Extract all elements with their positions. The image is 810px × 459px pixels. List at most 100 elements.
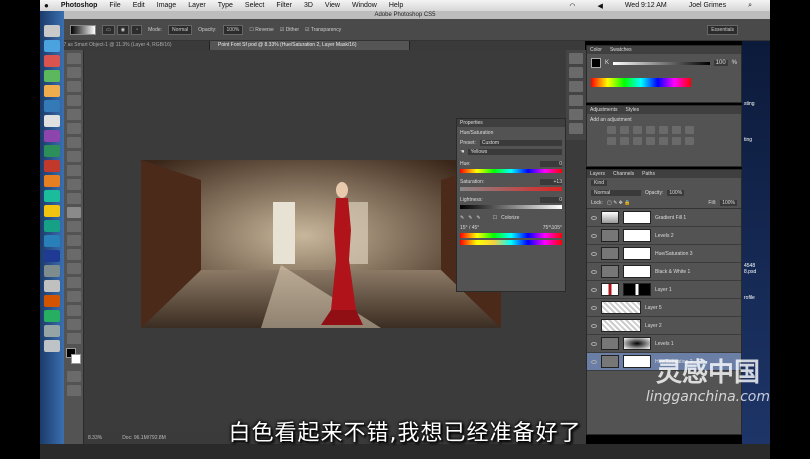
layer-row[interactable]: Levels 1	[587, 335, 741, 353]
layer-row[interactable]: Hue/Saturation 3	[587, 245, 741, 263]
layer-name[interactable]: Gradient Fill 1	[655, 215, 686, 221]
menu-filter[interactable]: Filter	[276, 2, 292, 9]
lightness-slider[interactable]	[460, 205, 562, 209]
color-balance-adjust-icon[interactable]	[685, 126, 694, 134]
app-icon[interactable]	[44, 310, 60, 322]
transparency-checkbox[interactable]: ☑ Transparency	[305, 27, 341, 33]
radial-gradient-icon[interactable]: ◉	[116, 24, 130, 35]
vibrance-adjust-icon[interactable]	[659, 126, 668, 134]
k-field[interactable]: 100	[713, 60, 728, 66]
hue-sat-adjust-icon[interactable]	[672, 126, 681, 134]
app-icon[interactable]	[44, 55, 60, 67]
channel-select[interactable]: Yellows	[468, 149, 562, 155]
apple-menu-icon[interactable]: ●	[44, 1, 49, 10]
visibility-eye-icon[interactable]	[591, 341, 597, 346]
dither-checkbox[interactable]: ☑ Dither	[280, 27, 299, 33]
tab-color[interactable]: Color	[590, 46, 602, 54]
app-icon[interactable]	[44, 265, 60, 277]
mode-select[interactable]: Normal	[168, 24, 193, 35]
colorize-checkbox[interactable]: ☐	[493, 215, 497, 221]
move-tool-icon[interactable]	[66, 53, 81, 64]
tab-swatches[interactable]: Swatches	[610, 46, 632, 54]
layer-row[interactable]: Black & White 1	[587, 263, 741, 281]
layer-opacity-field[interactable]: 100%	[667, 190, 685, 196]
layer-row[interactable]: Layer 5	[587, 299, 741, 317]
brush-tool-icon[interactable]	[66, 151, 81, 162]
app-icon[interactable]	[44, 190, 60, 202]
volume-icon[interactable]: ◀	[597, 2, 602, 10]
app-icon[interactable]	[44, 205, 60, 217]
kind-filter-select[interactable]: Kind	[591, 180, 608, 186]
menu-view[interactable]: View	[325, 2, 340, 9]
path-select-tool-icon[interactable]	[66, 277, 81, 288]
tab-channels[interactable]: Channels	[613, 170, 634, 178]
app-icon[interactable]	[44, 100, 60, 112]
menu-window[interactable]: Window	[352, 2, 377, 9]
tab-paths[interactable]: Paths	[642, 170, 655, 178]
curves-adjust-icon[interactable]	[633, 126, 642, 134]
visibility-eye-icon[interactable]	[591, 269, 597, 274]
saturation-slider[interactable]	[460, 187, 562, 191]
type-tool-icon[interactable]	[66, 263, 81, 274]
layer-name[interactable]: Layer 1	[655, 287, 672, 293]
user-name[interactable]: Joel Grimes	[689, 2, 726, 10]
tab-adjustments[interactable]: Adjustments	[590, 106, 618, 114]
crop-tool-icon[interactable]	[66, 109, 81, 120]
desktop-file-label[interactable]: sting	[744, 101, 768, 107]
menu-edit[interactable]: Edit	[133, 2, 145, 9]
background-color[interactable]	[71, 354, 81, 364]
actions-panel-icon[interactable]	[569, 67, 583, 78]
visibility-eye-icon[interactable]	[591, 305, 597, 310]
layer-mask-thumbnail[interactable]	[623, 229, 651, 242]
menu-3d[interactable]: 3D	[304, 2, 313, 9]
eyedropper-subtract-icon[interactable]: ✎	[476, 215, 480, 221]
app-menu[interactable]: Photoshop	[61, 2, 98, 9]
layer-row[interactable]: Layer 2	[587, 317, 741, 335]
hand-tool-icon[interactable]	[66, 319, 81, 330]
desktop-file-label[interactable]: rofile	[744, 295, 768, 301]
layer-name[interactable]: Layer 2	[645, 323, 662, 329]
layer-mask-thumbnail[interactable]	[623, 247, 651, 260]
color-spectrum[interactable]	[591, 78, 691, 87]
app-icon[interactable]	[44, 115, 60, 127]
marquee-tool-icon[interactable]	[66, 67, 81, 78]
shape-tool-icon[interactable]	[66, 291, 81, 302]
posterize-adjust-icon[interactable]	[672, 137, 681, 145]
quick-select-tool-icon[interactable]	[66, 95, 81, 106]
gradient-picker[interactable]	[70, 24, 96, 35]
finder-icon[interactable]	[44, 25, 60, 37]
history-panel-icon[interactable]	[569, 53, 583, 64]
layer-mask-thumbnail[interactable]	[623, 211, 651, 224]
spotlight-icon[interactable]: ⌕	[748, 2, 752, 10]
gradient-tool-icon[interactable]	[66, 207, 81, 218]
levels-adjust-icon[interactable]	[620, 126, 629, 134]
fill-field[interactable]: 100%	[720, 200, 737, 206]
range-bar-bottom[interactable]	[460, 240, 562, 245]
workspace-select[interactable]: Essentials	[707, 24, 738, 35]
angle-gradient-icon[interactable]: ◔	[131, 24, 143, 35]
photo-filter-adjust-icon[interactable]	[620, 137, 629, 145]
app-icon[interactable]	[44, 235, 60, 247]
properties-panel-icon[interactable]	[569, 123, 583, 134]
screen-mode-icon[interactable]	[66, 385, 81, 396]
color-lookup-adjust-icon[interactable]	[646, 137, 655, 145]
visibility-eye-icon[interactable]	[591, 287, 597, 292]
visibility-eye-icon[interactable]	[591, 323, 597, 328]
menu-select[interactable]: Select	[245, 2, 264, 9]
app-icon[interactable]	[44, 325, 60, 337]
3d-tool-icon[interactable]	[66, 305, 81, 316]
blend-mode-select[interactable]: Normal	[591, 190, 641, 196]
desktop-file-label[interactable]: ting	[744, 137, 768, 143]
layer-name[interactable]: Levels 1	[655, 341, 674, 347]
preset-select[interactable]: Custom	[479, 140, 562, 146]
menu-file[interactable]: File	[109, 2, 120, 9]
menu-image[interactable]: Image	[157, 2, 176, 9]
blur-tool-icon[interactable]	[66, 221, 81, 232]
trash-icon[interactable]	[44, 340, 60, 352]
layer-row[interactable]: Layer 1	[587, 281, 741, 299]
menu-layer[interactable]: Layer	[188, 2, 206, 9]
healing-tool-icon[interactable]	[66, 137, 81, 148]
layer-name[interactable]: Hue/Saturation 3	[655, 251, 693, 257]
layer-row[interactable]: Gradient Fill 1	[587, 209, 741, 227]
safari-icon[interactable]	[44, 40, 60, 52]
